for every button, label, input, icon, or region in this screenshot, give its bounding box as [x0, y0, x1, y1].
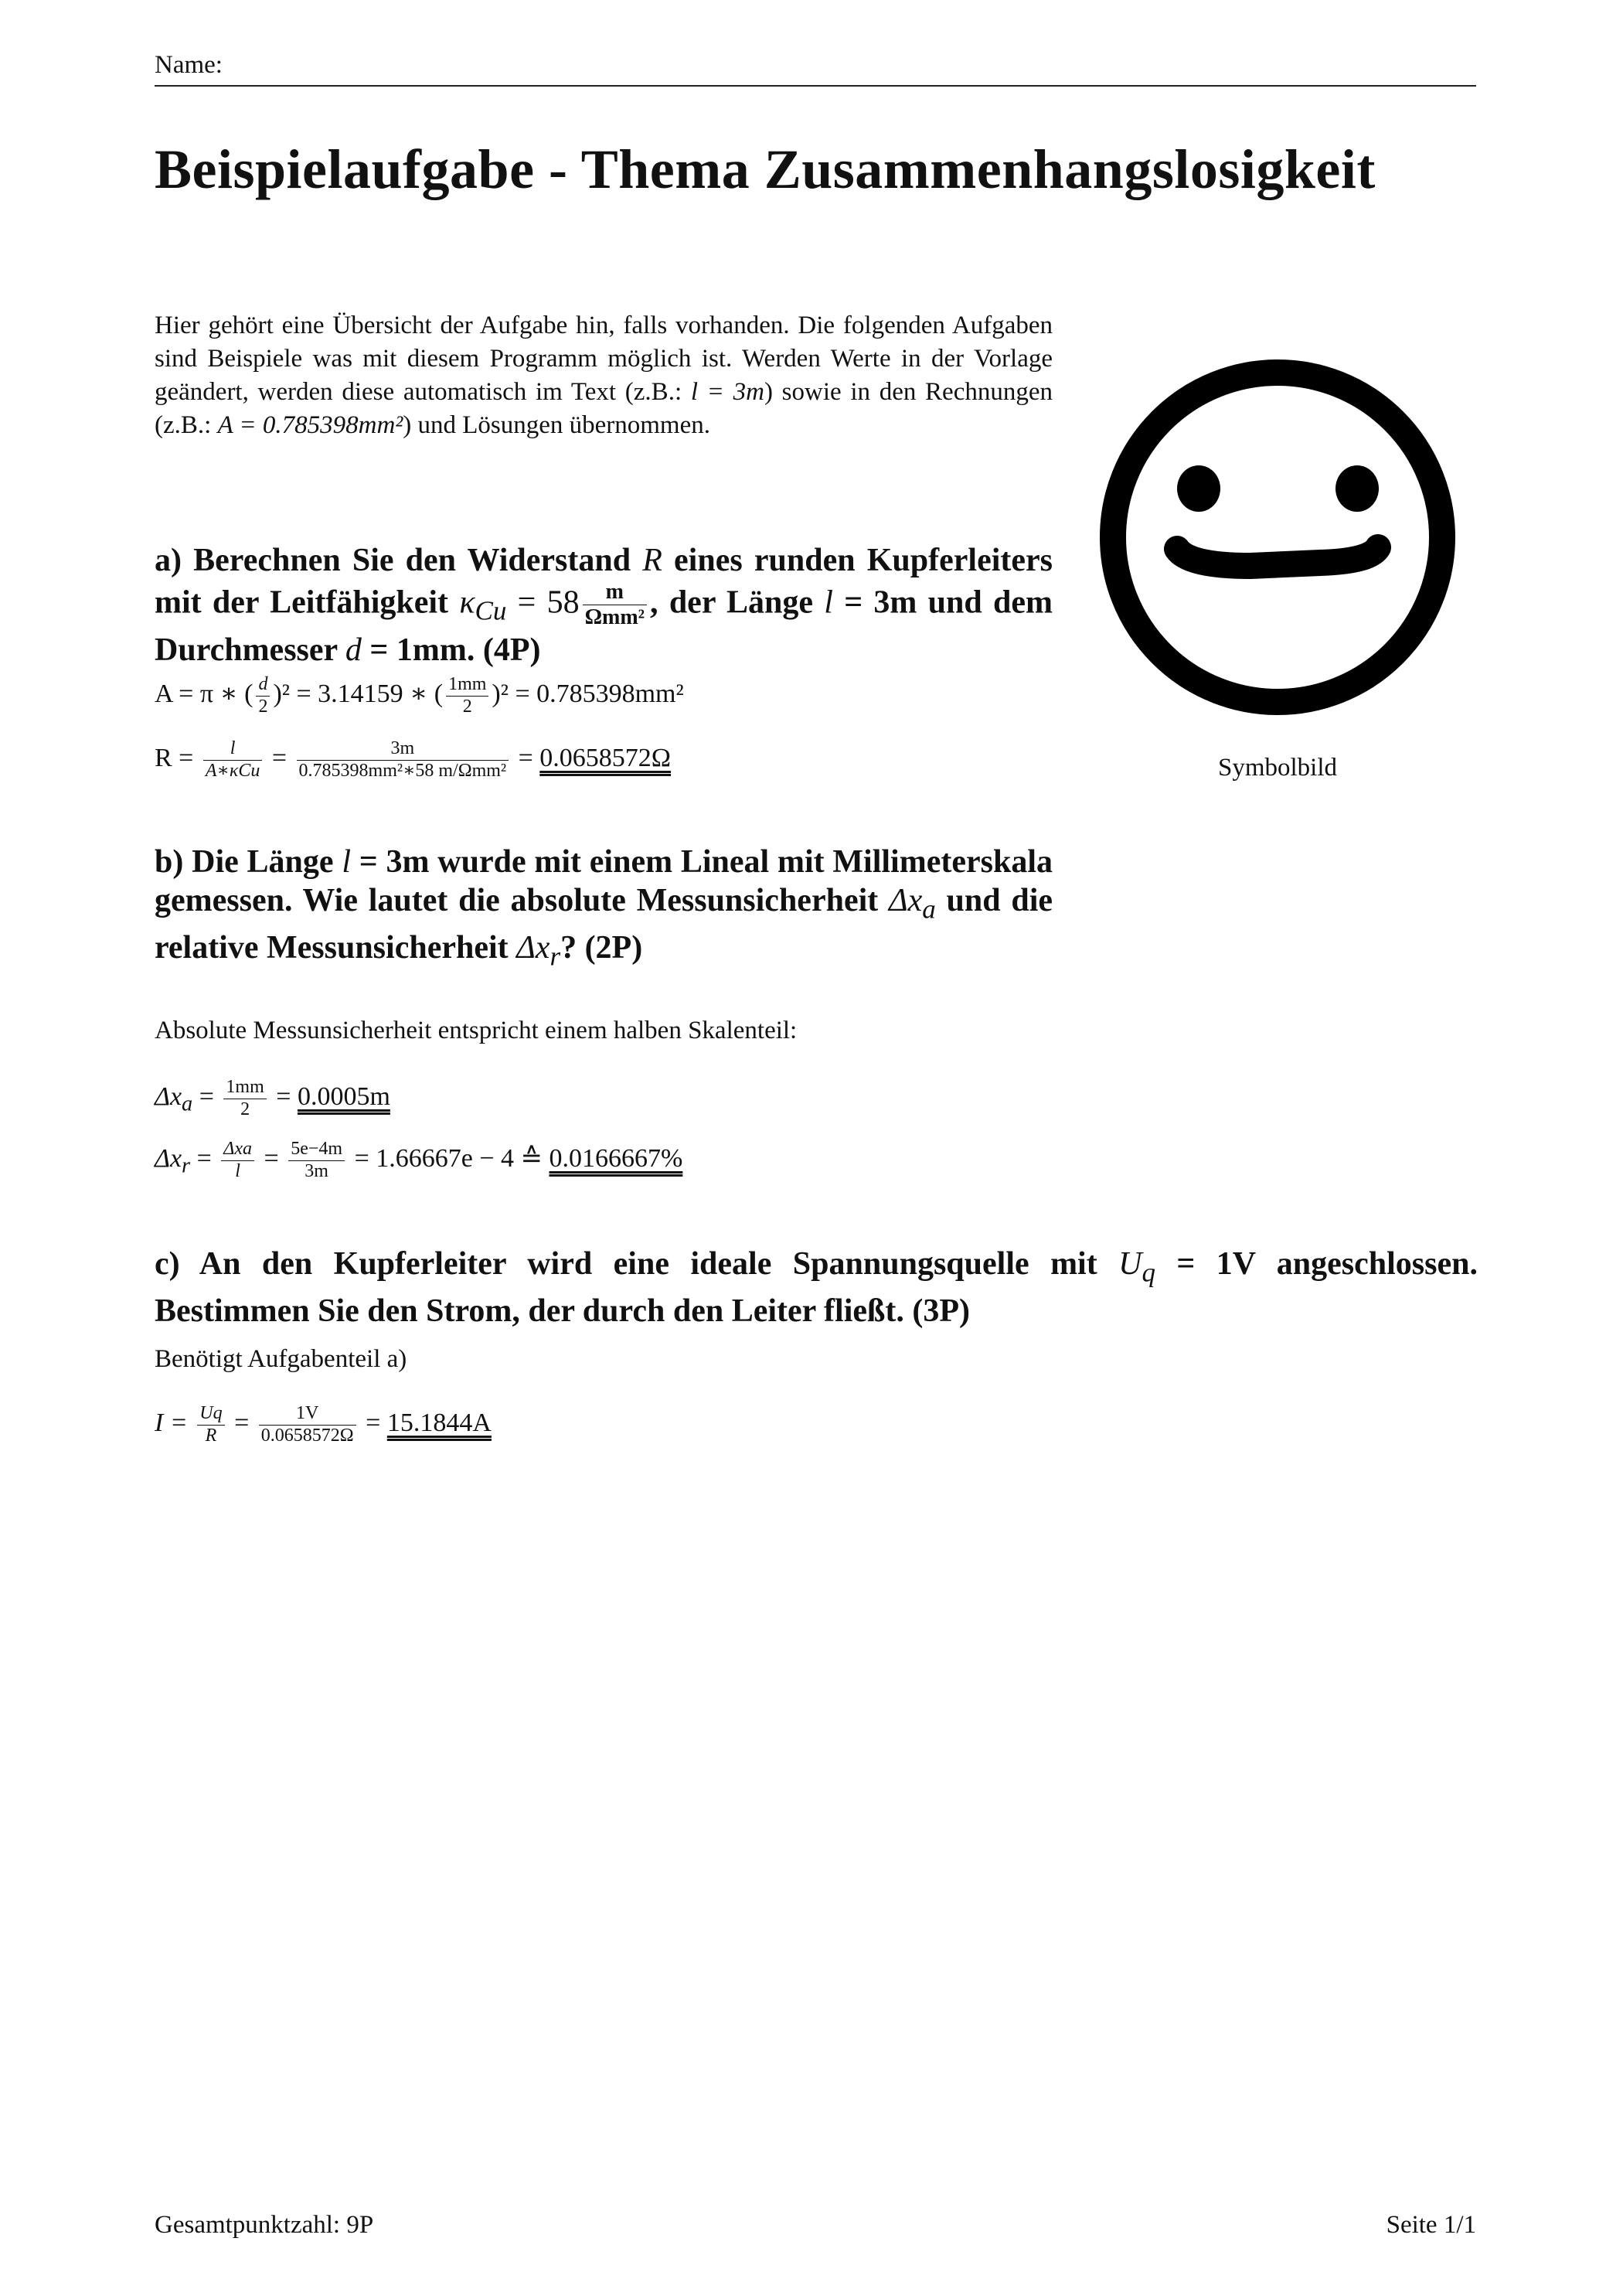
task-b-equation-absolute: Δxa = 1mm 2 = 0.0005m	[155, 1077, 390, 1120]
task-c-result: 15.1844A	[386, 1408, 492, 1437]
frac-den: Ωmm²	[584, 605, 645, 630]
frac-num: 1V	[258, 1403, 356, 1426]
intro-text-3: ) und Lösungen übernommen.	[403, 411, 710, 439]
task-a-text: a) Berechnen Sie den Widerstand	[155, 543, 643, 578]
frac-num: 5e−4m	[288, 1139, 345, 1161]
eq-text: Δx	[155, 1082, 182, 1111]
task-b-text: b) Die Länge	[155, 844, 342, 880]
eq-text: =	[276, 1082, 291, 1111]
intro-paragraph: Hier gehört eine Übersicht der Aufgabe h…	[155, 309, 1053, 442]
frac-den: 0.0658572Ω	[260, 1425, 354, 1446]
intro-a-value: A = 0.785398mm²	[217, 411, 403, 439]
frac-num: Δxa	[221, 1139, 255, 1161]
frac-den: A∗κCu	[205, 760, 260, 781]
frac-num: 1mm	[223, 1077, 267, 1099]
task-a-unit-fraction: m Ωmm²	[582, 580, 648, 630]
frac-den: l	[235, 1160, 240, 1181]
task-a-text: = 58	[506, 584, 580, 621]
task-b-result-relative: 0.0166667%	[549, 1143, 683, 1173]
task-a-text: , der Länge	[650, 584, 825, 621]
task-b-equation-relative: Δxr = Δxa l = 5e−4m 3m = 1.66667e − 4 ≙ 0.…	[155, 1139, 682, 1182]
eq-text: I =	[155, 1408, 188, 1437]
task-c-var-u: U	[1118, 1246, 1142, 1282]
eq-fraction: 1mm 2	[446, 674, 489, 717]
frac-num: m	[582, 580, 648, 606]
eq-fraction: Δxa l	[221, 1139, 255, 1182]
task-b-sub: a	[922, 894, 936, 925]
task-c-sub: q	[1142, 1257, 1155, 1288]
task-a-var-d: d	[345, 632, 362, 668]
eq-sub: r	[182, 1153, 191, 1178]
name-label: Name:	[155, 51, 223, 79]
header-divider	[155, 85, 1476, 87]
task-c-equation: I = Uq R = 1V 0.0658572Ω = 15.1844A	[155, 1403, 492, 1446]
figure-caption: Symbolbild	[1217, 754, 1338, 782]
frac-den: R	[205, 1425, 217, 1446]
task-b-sub: r	[550, 941, 561, 972]
eq-text: =	[271, 743, 288, 772]
frac-den: 2	[240, 1099, 250, 1119]
eq-text: )² = 3.14159 ∗ (	[273, 679, 444, 708]
eq-text: A = π ∗ (	[155, 679, 253, 708]
eq-text: =	[234, 1408, 250, 1437]
frac-den: 2	[258, 696, 268, 717]
eq-text: =	[518, 743, 533, 772]
frac-den: 2	[462, 696, 472, 717]
task-b-note: Absolute Messunsicherheit entspricht ein…	[155, 1017, 798, 1044]
eq-text: =	[192, 1082, 214, 1111]
task-b-var-dxr: Δx	[516, 930, 550, 966]
task-a-kappa-sub: Cu	[475, 595, 507, 626]
frac-den: 3m	[305, 1160, 328, 1181]
frac-num: l	[202, 738, 263, 761]
task-b-var-dxa: Δx	[888, 883, 923, 918]
task-a-var-l: l	[824, 584, 833, 621]
eq-text: =	[264, 1143, 279, 1173]
task-a-var-kappa: κ	[459, 584, 475, 621]
eq-sub: a	[182, 1092, 193, 1116]
eq-fraction: d2	[256, 674, 270, 717]
task-b-text: ? (2P)	[560, 930, 643, 966]
task-a-equation-resistance: R = l A∗κCu = 3m 0.785398mm²∗58 m/Ωmm² = 0…	[155, 738, 671, 782]
eq-text: =	[190, 1143, 212, 1173]
eq-text: Δx	[155, 1143, 182, 1173]
total-points: Gesamtpunktzahl: 9P	[155, 2211, 374, 2239]
frac-num: d	[256, 674, 270, 697]
eq-text: =	[366, 1408, 381, 1437]
task-a-var-r: R	[642, 543, 662, 578]
task-a-text: = 1mm. (4P)	[361, 632, 541, 668]
task-c-note: Benötigt Aufgabenteil a)	[155, 1345, 407, 1373]
eq-fraction: 5e−4m 3m	[288, 1139, 345, 1182]
task-b-question: b) Die Länge l = 3m wurde mit einem Line…	[155, 843, 1053, 976]
eq-fraction: 1mm 2	[223, 1077, 267, 1120]
page-number: Seite 1/1	[1386, 2211, 1476, 2239]
frac-den: 0.785398mm²∗58 m/Ωmm²	[298, 760, 507, 781]
eq-fraction: Uq R	[197, 1403, 225, 1446]
eq-fraction: l A∗κCu	[202, 738, 263, 782]
task-a-question: a) Berechnen Sie den Widerstand R eines …	[155, 541, 1053, 669]
eq-fraction: 3m 0.785398mm²∗58 m/Ωmm²	[296, 738, 509, 782]
intro-l-value: l = 3m	[690, 378, 764, 406]
task-a-equation-area: A = π ∗ (d 2)² = 3.14159 ∗ (1mm 2)² = 0.78…	[155, 674, 684, 717]
frac-num: Uq	[197, 1403, 225, 1426]
frac-num: 3m	[296, 738, 509, 761]
eq-text: R =	[155, 743, 194, 772]
task-b-var-l: l	[342, 844, 352, 880]
task-a-result: 0.0658572Ω	[539, 743, 672, 772]
task-c-question: c) An den Kupferleiter wird eine ideale …	[155, 1245, 1478, 1330]
frac-num: 1mm	[446, 674, 489, 697]
page-title: Beispielaufgabe - Thema Zusammenhangslos…	[155, 138, 1376, 200]
smiley-face-icon	[1100, 359, 1455, 715]
eq-fraction: 1V 0.0658572Ω	[258, 1403, 356, 1446]
eq-text: = 1.66667e − 4 ≙	[354, 1143, 543, 1173]
task-b-result-absolute: 0.0005m	[297, 1082, 390, 1111]
eq-text: )² = 0.785398mm²	[492, 679, 684, 708]
task-c-text: c) An den Kupferleiter wird eine ideale …	[155, 1246, 1119, 1282]
